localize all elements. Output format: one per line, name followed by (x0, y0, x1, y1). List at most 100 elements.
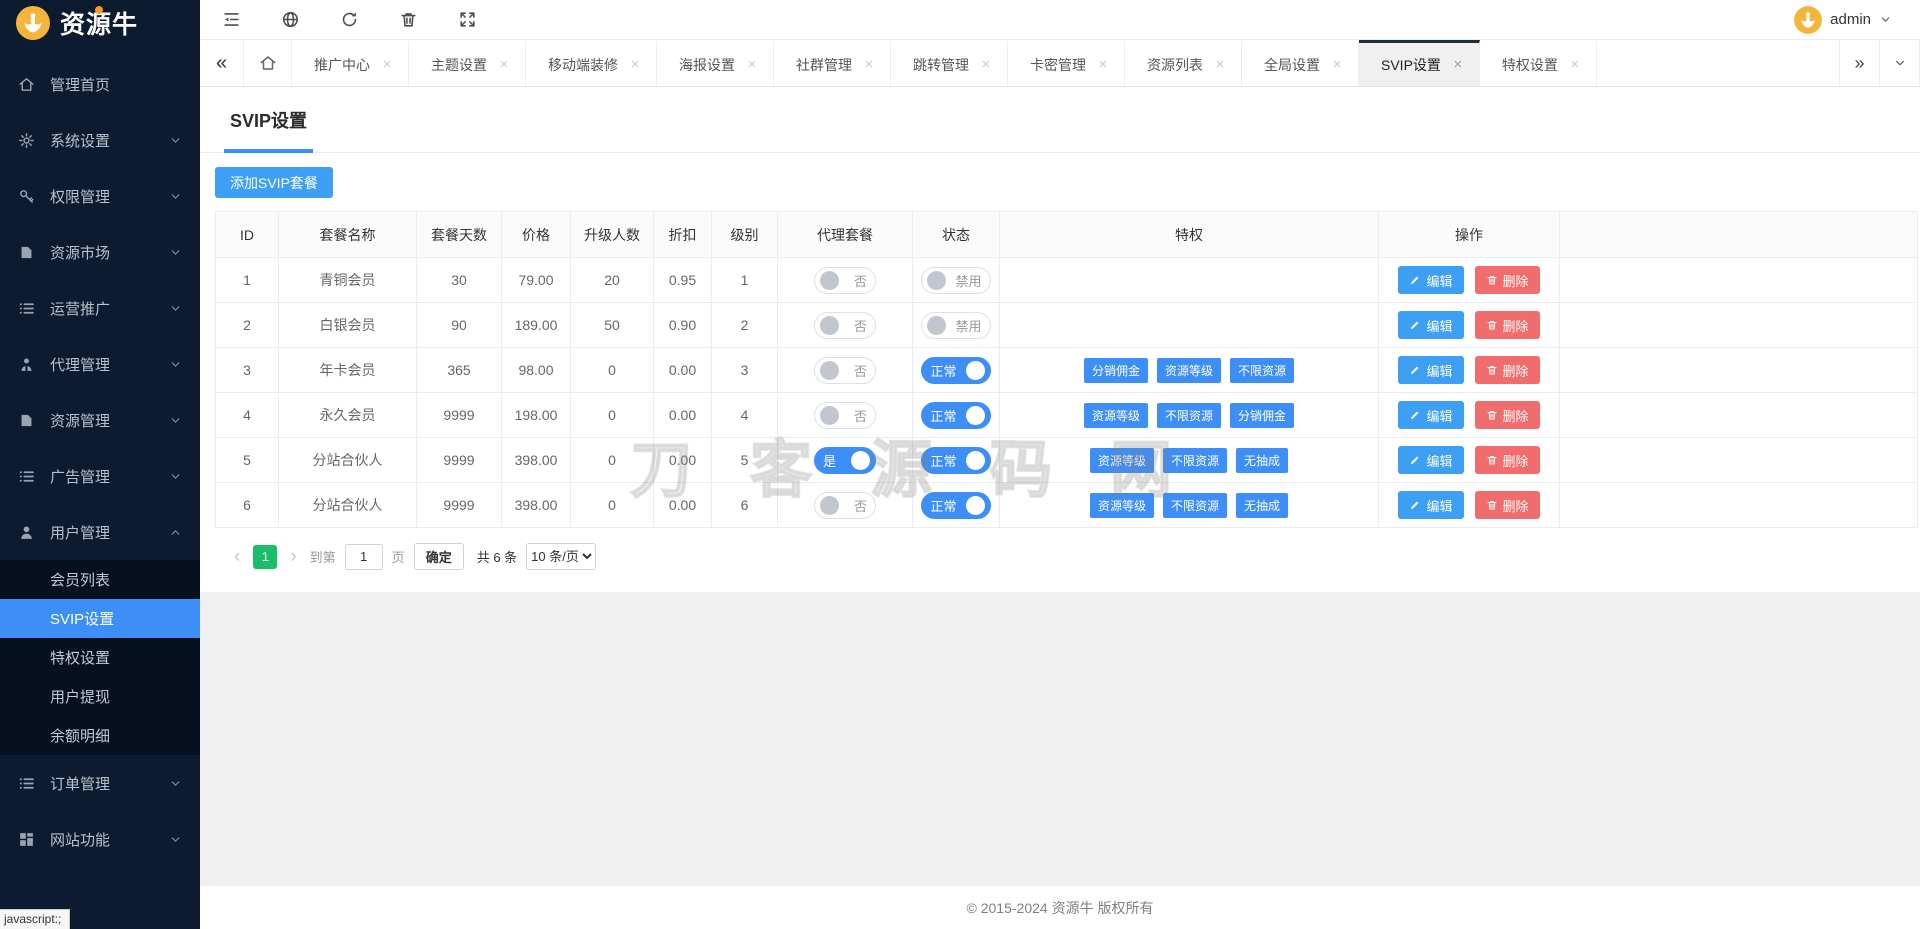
tab-scroll-left-icon[interactable]: « (200, 40, 244, 86)
delete-button[interactable]: 删除 (1474, 401, 1540, 429)
agent-toggle[interactable]: 是 (814, 446, 876, 474)
sidebar-item-管理首页[interactable]: 管理首页 (0, 56, 200, 112)
tab-特权设置[interactable]: 特权设置 × (1480, 40, 1597, 86)
tab-全局设置[interactable]: 全局设置 × (1242, 40, 1359, 86)
column-header-状态: 状态 (912, 211, 1000, 258)
page-size-select[interactable]: 10 条/页 (526, 543, 597, 570)
tab-主题设置[interactable]: 主题设置 × (409, 40, 526, 86)
cell-empty (1559, 302, 1918, 348)
submenu-item-特权设置[interactable]: 特权设置 (0, 638, 200, 677)
delete-button[interactable]: 删除 (1474, 491, 1540, 519)
privilege-badge: 分销佣金 (1230, 402, 1295, 428)
close-icon[interactable]: × (380, 56, 394, 73)
cell-agent: 否 (777, 347, 913, 393)
status-toggle[interactable]: 正常 (921, 356, 991, 384)
edit-button[interactable]: 编辑 (1398, 266, 1464, 294)
sidebar-item-广告管理[interactable]: 广告管理 (0, 448, 200, 504)
collapse-sidebar-icon[interactable] (222, 10, 241, 29)
edit-button[interactable]: 编辑 (1398, 356, 1464, 384)
status-toggle[interactable]: 禁用 (921, 266, 991, 294)
sidebar-item-订单管理[interactable]: 订单管理 (0, 755, 200, 811)
agent-toggle[interactable]: 否 (814, 311, 876, 339)
tab-社群管理[interactable]: 社群管理 × (774, 40, 891, 86)
cell-level: 2 (711, 302, 778, 348)
sidebar-item-资源市场[interactable]: 资源市场 (0, 224, 200, 280)
submenu-item-用户提现[interactable]: 用户提现 (0, 677, 200, 716)
status-toggle[interactable]: 正常 (921, 446, 991, 474)
tab-卡密管理[interactable]: 卡密管理 × (1008, 40, 1125, 86)
close-icon[interactable]: × (862, 56, 876, 73)
status-toggle[interactable]: 禁用 (921, 311, 991, 339)
tab-跳转管理[interactable]: 跳转管理 × (891, 40, 1008, 86)
tab-scroll-right-icon[interactable]: » (1840, 40, 1880, 86)
chevron-down-icon (169, 833, 182, 846)
delete-button[interactable]: 删除 (1474, 311, 1540, 339)
close-icon[interactable]: × (979, 56, 993, 73)
cell-agent: 否 (777, 392, 913, 438)
status-toggle[interactable]: 正常 (921, 401, 991, 429)
tab-label: 主题设置 (431, 56, 487, 73)
edit-button[interactable]: 编辑 (1398, 401, 1464, 429)
delete-button[interactable]: 删除 (1474, 266, 1540, 294)
fullscreen-icon[interactable] (458, 10, 477, 29)
delete-button[interactable]: 删除 (1474, 356, 1540, 384)
sidebar-menu: 管理首页 系统设置 权限管理 资源市场 运营推广 代理管理 资源管理 广告管理 用户管理 会员列表… (0, 46, 200, 867)
privilege-badge: 无抽成 (1236, 447, 1289, 473)
globe-icon[interactable] (281, 10, 300, 29)
cell-name: 分站合伙人 (278, 482, 417, 528)
edit-button[interactable]: 编辑 (1398, 446, 1464, 474)
delete-button[interactable]: 删除 (1474, 446, 1540, 474)
privilege-badge: 不限资源 (1156, 402, 1221, 428)
close-icon[interactable]: × (1213, 56, 1227, 73)
close-icon[interactable]: × (1096, 56, 1110, 73)
cell-price: 98.00 (501, 347, 571, 393)
sidebar-item-系统设置[interactable]: 系统设置 (0, 112, 200, 168)
tab-移动端装修[interactable]: 移动端装修 × (526, 40, 657, 86)
add-svip-button[interactable]: 添加SVIP套餐 (215, 167, 333, 198)
close-icon[interactable]: × (745, 56, 759, 73)
sidebar-item-资源管理[interactable]: 资源管理 (0, 392, 200, 448)
cell-level: 4 (711, 392, 778, 438)
page-number-button[interactable]: 1 (253, 544, 278, 569)
status-toggle[interactable]: 正常 (921, 491, 991, 519)
confirm-button[interactable]: 确定 (413, 543, 464, 570)
tab-home-icon[interactable] (244, 40, 292, 86)
edit-button[interactable]: 编辑 (1398, 491, 1464, 519)
close-icon[interactable]: × (628, 56, 642, 73)
agent-toggle[interactable]: 否 (814, 401, 876, 429)
close-icon[interactable]: × (1330, 56, 1344, 73)
cell-days: 30 (416, 257, 502, 303)
sidebar-item-权限管理[interactable]: 权限管理 (0, 168, 200, 224)
admin-dropdown[interactable]: admin (1794, 5, 1920, 34)
tab-SVIP设置[interactable]: SVIP设置 × (1359, 40, 1480, 86)
close-icon[interactable]: × (497, 56, 511, 73)
tab-资源列表[interactable]: 资源列表 × (1125, 40, 1242, 86)
chevron-down-icon (169, 134, 182, 147)
sidebar-item-label: 订单管理 (50, 775, 111, 793)
agent-toggle[interactable]: 否 (814, 356, 876, 384)
prev-page-button[interactable]: ‹ (230, 547, 244, 566)
close-icon[interactable]: × (1451, 56, 1465, 73)
sidebar-item-用户管理[interactable]: 用户管理 (0, 504, 200, 560)
next-page-button[interactable]: › (286, 547, 300, 566)
close-icon[interactable]: × (1568, 56, 1582, 73)
sidebar-item-运营推广[interactable]: 运营推广 (0, 280, 200, 336)
agent-toggle[interactable]: 否 (814, 491, 876, 519)
edit-label: 编辑 (1426, 408, 1453, 424)
chevron-down-icon (169, 470, 182, 483)
tab-海报设置[interactable]: 海报设置 × (657, 40, 774, 86)
sidebar-item-代理管理[interactable]: 代理管理 (0, 336, 200, 392)
refresh-icon[interactable] (340, 10, 359, 29)
submenu-item-会员列表[interactable]: 会员列表 (0, 560, 200, 599)
trash-icon[interactable] (399, 10, 418, 29)
sidebar-item-网站功能[interactable]: 网站功能 (0, 811, 200, 867)
tab-list-dropdown-icon[interactable] (1880, 40, 1920, 86)
column-header-级别: 级别 (711, 211, 778, 258)
edit-button[interactable]: 编辑 (1398, 311, 1464, 339)
goto-page-input[interactable] (344, 543, 383, 570)
tab-推广中心[interactable]: 推广中心 × (292, 40, 409, 86)
submenu-item-余额明细[interactable]: 余额明细 (0, 716, 200, 755)
agent-toggle[interactable]: 否 (814, 266, 876, 294)
table-row: 3 年卡会员 365 98.00 0 0.00 3 否正常 分销佣金 资源等级 不限资源 编辑 删除 (215, 347, 1918, 393)
submenu-item-SVIP设置[interactable]: SVIP设置 (0, 599, 200, 638)
